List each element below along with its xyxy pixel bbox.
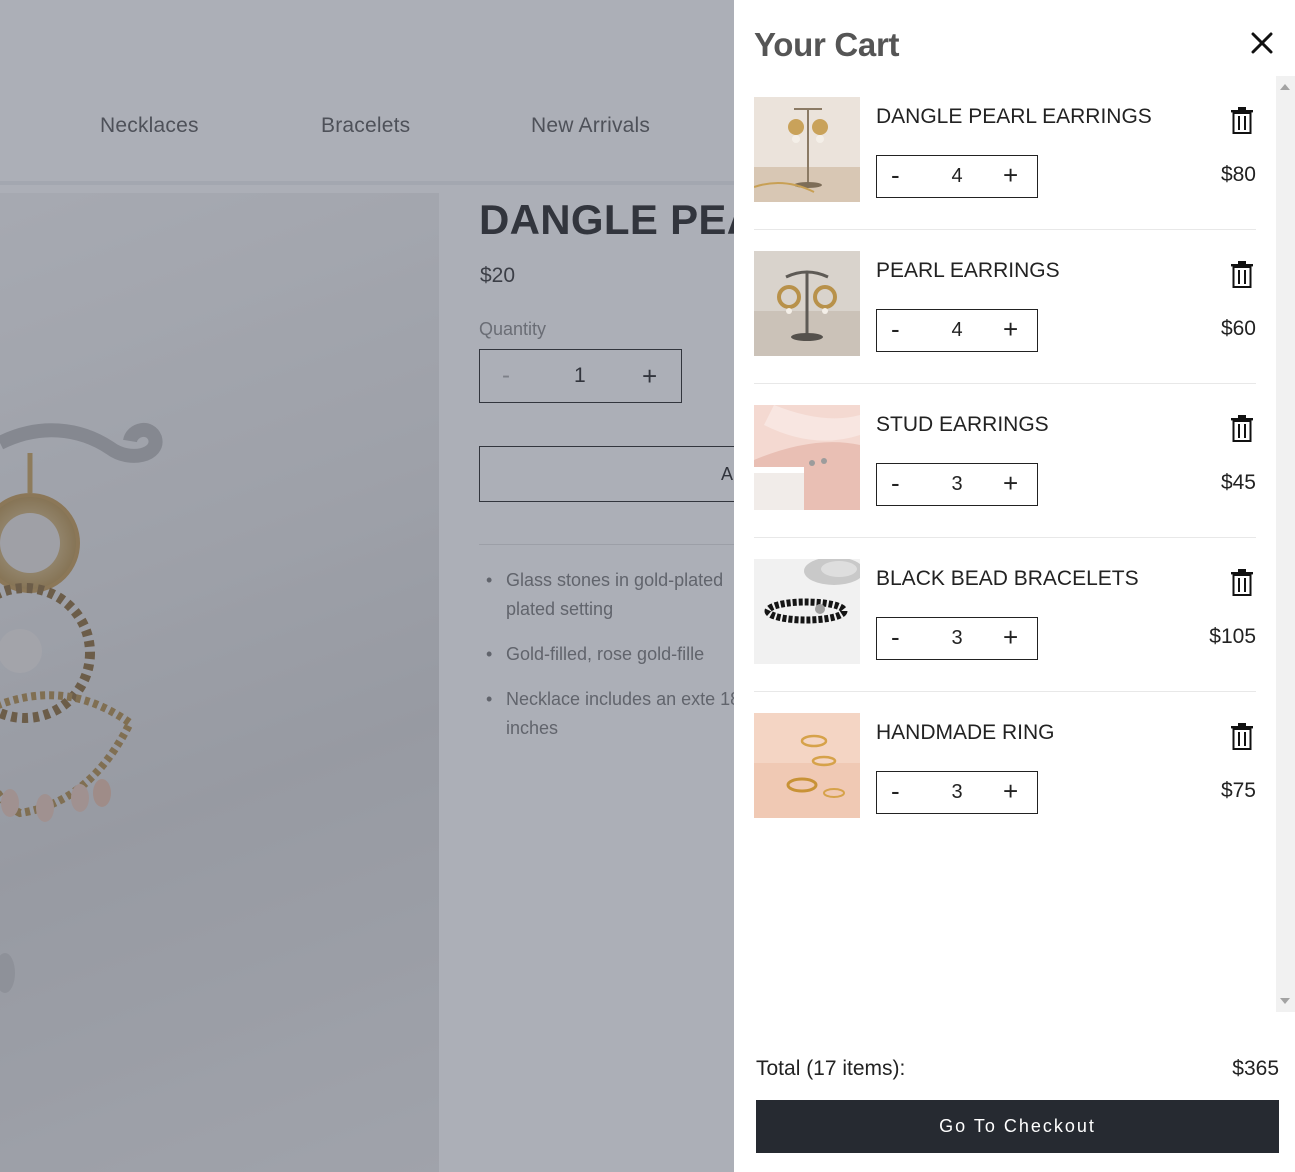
quantity-value: 3 [951,473,963,495]
cart-item-name: DANGLE PEARL EARRINGS [876,105,1152,128]
trash-icon[interactable] [1229,414,1255,442]
decrease-quantity-button[interactable]: - [891,314,900,345]
cart-drawer: Your Cart DANGLE PEARL EARRINGS - 4 + $8… [734,0,1295,1172]
stud-earrings-photo [754,405,860,510]
quantity-value: 3 [951,781,963,803]
cart-item: DANGLE PEARL EARRINGS - 4 + $80 [754,76,1256,230]
cart-scrollbar[interactable] [1276,76,1295,1012]
cart-item-name: BLACK BEAD BRACELETS [876,567,1139,590]
decrease-quantity-button[interactable]: - [891,622,900,653]
cart-item-name: PEARL EARRINGS [876,259,1060,282]
cart-item: PEARL EARRINGS - 4 + $60 [754,230,1256,384]
cart-total-label: Total (17 items): [756,1057,906,1080]
increase-quantity-button[interactable]: + [1003,160,1018,191]
scroll-down-arrow-icon[interactable] [1280,998,1290,1004]
quantity-value: 4 [951,165,963,187]
scroll-up-arrow-icon[interactable] [1280,84,1290,90]
decrease-quantity-button[interactable]: - [891,776,900,807]
cart-total-value: $365 [1232,1057,1279,1080]
trash-icon[interactable] [1229,568,1255,596]
cart-item-name: HANDMADE RING [876,721,1055,744]
gold-rings-photo [754,713,860,818]
cart-item-price: $60 [1220,317,1256,340]
cart-item-price: $75 [1220,779,1256,802]
quantity-stepper: - 4 + [876,155,1038,198]
increase-quantity-button[interactable]: + [1003,776,1018,807]
trash-icon[interactable] [1229,722,1255,750]
cart-item-name: STUD EARRINGS [876,413,1049,436]
decrease-quantity-button[interactable]: - [891,160,900,191]
earrings-on-stand-photo [754,251,860,356]
increase-quantity-button[interactable]: + [1003,314,1018,345]
close-icon[interactable] [1247,28,1277,58]
decrease-quantity-button[interactable]: - [891,468,900,499]
quantity-value: 3 [951,627,963,649]
cart-item-price: $45 [1220,471,1256,494]
pearl-earrings-photo [754,97,860,202]
checkout-button[interactable]: Go To Checkout [756,1100,1279,1153]
cart-items-list: DANGLE PEARL EARRINGS - 4 + $80 PEARL EA… [754,76,1276,1012]
page-overlay[interactable] [0,0,734,1172]
quantity-value: 4 [951,319,963,341]
quantity-stepper: - 3 + [876,463,1038,506]
quantity-stepper: - 4 + [876,309,1038,352]
quantity-stepper: - 3 + [876,617,1038,660]
cart-item: HANDMADE RING - 3 + $75 [754,692,1256,846]
quantity-stepper: - 3 + [876,771,1038,814]
trash-icon[interactable] [1229,106,1255,134]
cart-title: Your Cart [754,26,900,63]
increase-quantity-button[interactable]: + [1003,468,1018,499]
bead-bracelet-photo [754,559,860,664]
trash-icon[interactable] [1229,260,1255,288]
cart-item-price: $80 [1220,163,1256,186]
cart-item-price: $105 [1209,625,1256,648]
cart-item: BLACK BEAD BRACELETS - 3 + $105 [754,538,1256,692]
increase-quantity-button[interactable]: + [1003,622,1018,653]
cart-item: STUD EARRINGS - 3 + $45 [754,384,1256,538]
